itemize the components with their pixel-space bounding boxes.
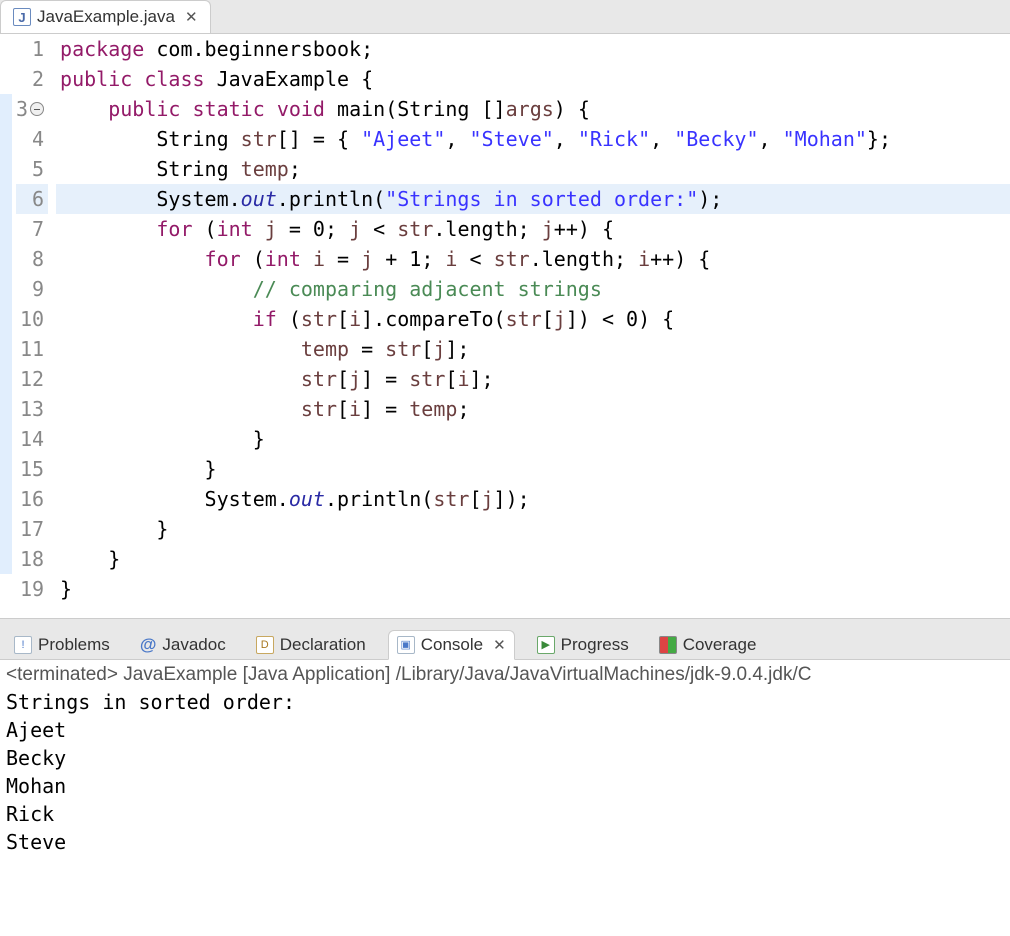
code-line[interactable]: } [56,574,1010,604]
progress-icon: ▶ [537,636,555,654]
code-line[interactable]: } [56,514,1010,544]
code-line[interactable]: str[i] = temp; [56,394,1010,424]
code-line[interactable]: for (int j = 0; j < str.length; j++) { [56,214,1010,244]
tab-console[interactable]: ▣ Console ✕ [388,630,515,660]
code-line[interactable]: } [56,454,1010,484]
close-icon[interactable]: ✕ [489,636,506,654]
declaration-icon: D [256,636,274,654]
code-line[interactable]: public class JavaExample { [56,64,1010,94]
coverage-icon [659,636,677,654]
tab-label: Coverage [683,635,757,655]
tab-problems[interactable]: ! Problems [6,631,118,659]
code-line[interactable]: if (str[i].compareTo(str[j]) < 0) { [56,304,1010,334]
line-number: 4 [16,124,48,154]
problems-icon: ! [14,636,32,654]
code-line[interactable]: } [56,424,1010,454]
line-number: 1 [16,34,48,64]
tab-progress[interactable]: ▶ Progress [529,631,637,659]
console-status: <terminated> JavaExample [Java Applicati… [6,664,1004,686]
line-number: 5 [16,154,48,184]
line-number-gutter: 12345678910111213141516171819 [12,34,56,604]
line-number: 17 [16,514,48,544]
code-line[interactable]: temp = str[j]; [56,334,1010,364]
code-line[interactable]: public static void main(String []args) { [56,94,1010,124]
code-line[interactable]: // comparing adjacent strings [56,274,1010,304]
line-number: 12 [16,364,48,394]
line-number: 8 [16,244,48,274]
line-number: 14 [16,424,48,454]
code-line[interactable]: System.out.println(str[j]); [56,484,1010,514]
line-number: 6 [16,184,48,214]
line-number: 19 [16,574,48,604]
annotation-gutter [0,34,12,604]
tab-javadoc[interactable]: @ Javadoc [132,631,234,659]
tab-label: Problems [38,635,110,655]
tab-declaration[interactable]: D Declaration [248,631,374,659]
tab-label: Console [421,635,483,655]
console-body: <terminated> JavaExample [Java Applicati… [0,660,1010,860]
javadoc-icon: @ [140,635,157,655]
console-output: Strings in sorted order: Ajeet Becky Moh… [6,686,1004,856]
code-line[interactable]: str[j] = str[i]; [56,364,1010,394]
code-line[interactable]: package com.beginnersbook; [56,34,1010,64]
close-icon[interactable]: ✕ [181,8,198,26]
line-number: 18 [16,544,48,574]
code-line[interactable]: String temp; [56,154,1010,184]
editor-tab[interactable]: J JavaExample.java ✕ [0,0,211,33]
line-number: 3 [16,94,48,124]
code-line[interactable]: System.out.println("Strings in sorted or… [56,184,1010,214]
line-number: 2 [16,64,48,94]
code-line[interactable]: } [56,544,1010,574]
tab-label: Declaration [280,635,366,655]
bottom-tab-bar: ! Problems @ Javadoc D Declaration ▣ Con… [0,618,1010,660]
line-number: 7 [16,214,48,244]
tab-label: Javadoc [162,635,225,655]
line-number: 9 [16,274,48,304]
console-icon: ▣ [397,636,415,654]
line-number: 11 [16,334,48,364]
code-lines[interactable]: package com.beginnersbook;public class J… [56,34,1010,604]
editor-tab-filename: JavaExample.java [37,7,175,27]
line-number: 10 [16,304,48,334]
line-number: 13 [16,394,48,424]
code-line[interactable]: String str[] = { "Ajeet", "Steve", "Rick… [56,124,1010,154]
tab-coverage[interactable]: Coverage [651,631,765,659]
java-file-icon: J [13,8,31,26]
line-number: 16 [16,484,48,514]
tab-label: Progress [561,635,629,655]
editor-pane: J JavaExample.java ✕ 1234567891011121314… [0,0,1010,604]
code-area[interactable]: 12345678910111213141516171819 package co… [0,34,1010,604]
editor-tab-bar: J JavaExample.java ✕ [0,0,1010,34]
line-number: 15 [16,454,48,484]
code-line[interactable]: for (int i = j + 1; i < str.length; i++)… [56,244,1010,274]
collapse-icon[interactable] [30,102,44,116]
